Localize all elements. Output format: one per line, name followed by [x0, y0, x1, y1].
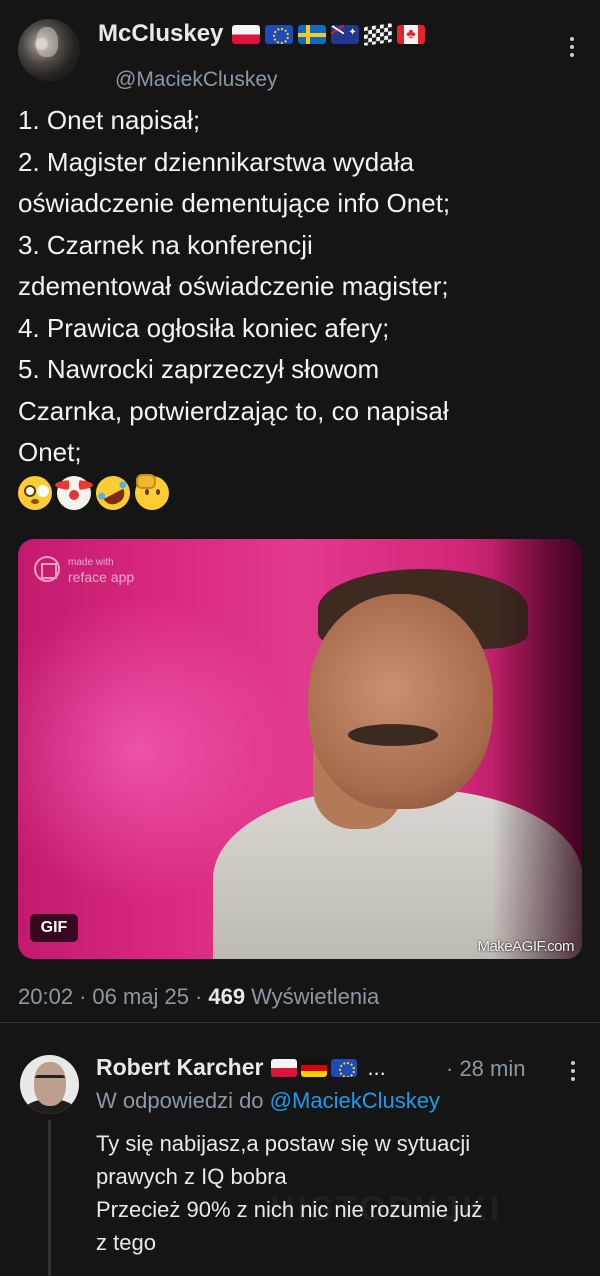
- tweet-text-line: oświadczenie dementujące info Onet;: [18, 188, 451, 218]
- tweet-text-line: Czarnka, potwierdzając to, co napisał: [18, 395, 449, 426]
- tweet-text-line: 5. Nawrocki zaprzeczył słowom: [18, 354, 380, 384]
- reply-text-line: z tego: [96, 1230, 156, 1255]
- gif-badge[interactable]: GIF: [30, 914, 78, 942]
- reface-watermark: made with reface app: [34, 553, 134, 585]
- replying-to: W odpowiedzi do @MaciekCluskey: [96, 1088, 440, 1114]
- tweet-text-line: zdementował oświadczenie magister;: [18, 271, 449, 301]
- reply-time[interactable]: · 28 min: [446, 1056, 525, 1082]
- reply-name-line: Robert Karcher ...: [96, 1054, 386, 1081]
- checkered-flag-icon: [364, 22, 393, 46]
- rolling-laughing-emoji-icon: [90, 469, 136, 516]
- flushed-face-emoji-icon: [18, 475, 52, 510]
- reply-more-options-icon[interactable]: [568, 1058, 578, 1084]
- tweet-text-line: 3. Czarnek na konferencji: [18, 229, 313, 260]
- author-avatar[interactable]: [18, 19, 80, 81]
- author-name-line: McCluskey: [98, 20, 426, 48]
- more-options-icon[interactable]: [566, 32, 578, 62]
- name-truncation: ...: [367, 1054, 386, 1080]
- tweet-date[interactable]: 06 maj 25: [92, 984, 189, 1010]
- meta-separator: ·: [79, 984, 87, 1009]
- reply-flags: [271, 1058, 358, 1077]
- tweet-time[interactable]: 20:02: [18, 984, 73, 1010]
- replying-to-prefix: W odpowiedzi do: [96, 1088, 264, 1113]
- reface-logo-icon: [34, 556, 60, 582]
- reface-watermark-line2: reface app: [68, 569, 135, 585]
- tweet-text-line: Onet;: [18, 437, 82, 467]
- media-shadow: [492, 539, 582, 959]
- tweet-text-line: 1. Onet napisał;: [18, 105, 201, 135]
- germany-flag-icon: [301, 1058, 328, 1077]
- reface-watermark-line1: made with: [68, 557, 114, 568]
- saluting-face-emoji-icon: [135, 473, 169, 510]
- meta-separator: ·: [195, 984, 203, 1009]
- author-handle[interactable]: @MaciekCluskey: [115, 68, 278, 92]
- gif-media[interactable]: made with reface app GIF MakeAGIF.com: [18, 539, 582, 959]
- thread-line: [48, 1120, 51, 1276]
- views-count[interactable]: 469: [208, 984, 245, 1010]
- reply-display-name[interactable]: Robert Karcher: [96, 1054, 263, 1081]
- canada-flag-icon: [397, 24, 426, 44]
- tweet-header: McCluskey @MaciekCluskey: [18, 18, 582, 91]
- emoji-row: [18, 469, 588, 516]
- clown-face-emoji-icon: [55, 475, 93, 510]
- site-watermark: HISTORYJKI: [270, 1190, 503, 1228]
- reply-text-line: prawych z IQ bobra: [96, 1164, 287, 1189]
- sweden-flag-icon: [298, 24, 327, 44]
- tweet-text-line: 2. Magister dziennikarstwa wydała: [18, 146, 414, 177]
- poland-flag-icon: [232, 24, 261, 44]
- author-flags: [232, 22, 426, 46]
- reply-text-line: Ty się nabijasz,a postaw się w sytuacji: [96, 1131, 471, 1156]
- views-label[interactable]: Wyświetlenia: [251, 984, 379, 1010]
- author-display-name[interactable]: McCluskey: [98, 20, 223, 48]
- eu-flag-icon: [265, 24, 294, 44]
- reply-tweet[interactable]: Robert Karcher ... · 28 min W odpowiedzi…: [0, 1040, 600, 1276]
- makeagif-watermark: MakeAGIF.com: [477, 938, 574, 955]
- australia-flag-icon: [331, 24, 360, 44]
- tweet-text: 1. Onet napisał; 2. Magister dziennikars…: [18, 100, 588, 516]
- divider: [0, 1022, 600, 1023]
- eu-flag-icon: [331, 1058, 358, 1077]
- tweet-meta: 20:02 · 06 maj 25 · 469 Wyświetlenia: [18, 984, 379, 1010]
- reply-author-avatar[interactable]: [20, 1055, 79, 1114]
- replying-to-mention[interactable]: @MaciekCluskey: [270, 1088, 440, 1113]
- tweet-text-line: 4. Prawica ogłosiła koniec afery;: [18, 312, 390, 343]
- poland-flag-icon: [271, 1058, 298, 1077]
